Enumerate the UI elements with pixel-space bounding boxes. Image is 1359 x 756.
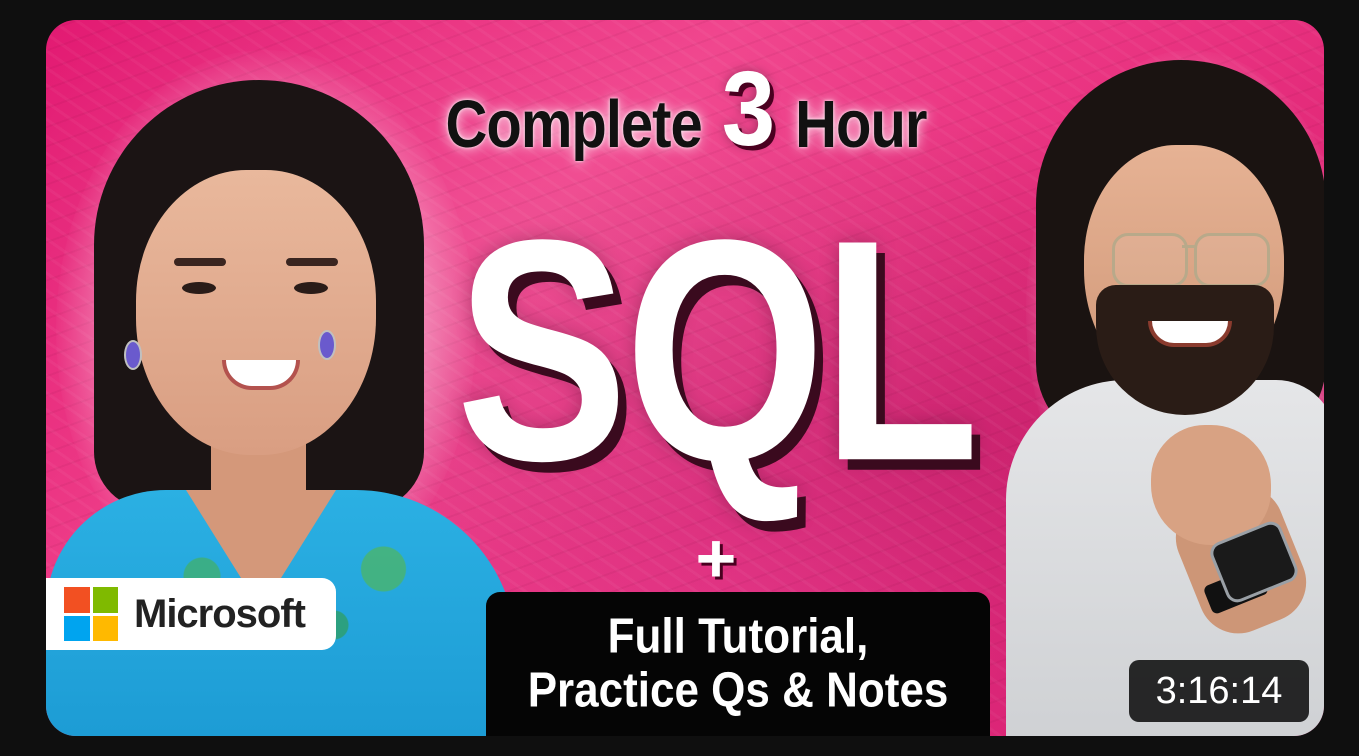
presenter-left-face: [136, 170, 376, 455]
ms-logo-blue: [64, 615, 90, 641]
subtitle-box: Full Tutorial, Practice Qs & Notes: [486, 592, 990, 736]
plus-icon: +: [695, 519, 737, 597]
right-eye: [294, 282, 328, 294]
smile: [1148, 321, 1232, 347]
right-brow: [286, 258, 338, 266]
video-card: Complete 3 Hour SQL + Full Tutorial, Pra…: [0, 0, 1359, 756]
microsoft-brand-text: Microsoft: [134, 591, 306, 636]
video-thumbnail[interactable]: Complete 3 Hour SQL + Full Tutorial, Pra…: [46, 20, 1324, 736]
main-text-sql: SQL: [455, 173, 979, 527]
subtitle-line-1: Full Tutorial,: [607, 609, 869, 664]
ms-logo-red: [64, 587, 90, 613]
left-eye: [182, 282, 216, 294]
ms-logo-green: [92, 587, 118, 613]
left-brow: [174, 258, 226, 266]
right-earring: [318, 330, 336, 360]
video-duration-badge: 3:16:14: [1129, 660, 1309, 722]
glasses-right-lens: [1194, 233, 1270, 287]
presenter-right-image: [966, 20, 1324, 736]
smile: [222, 360, 300, 390]
left-earring: [124, 340, 142, 370]
glasses-left-lens: [1112, 233, 1188, 287]
ms-logo-yellow: [92, 615, 118, 641]
microsoft-badge: Microsoft: [46, 578, 336, 650]
microsoft-logo-icon: [64, 587, 118, 641]
glasses-bridge: [1182, 245, 1196, 248]
subtitle-line-2: Practice Qs & Notes: [527, 663, 949, 718]
